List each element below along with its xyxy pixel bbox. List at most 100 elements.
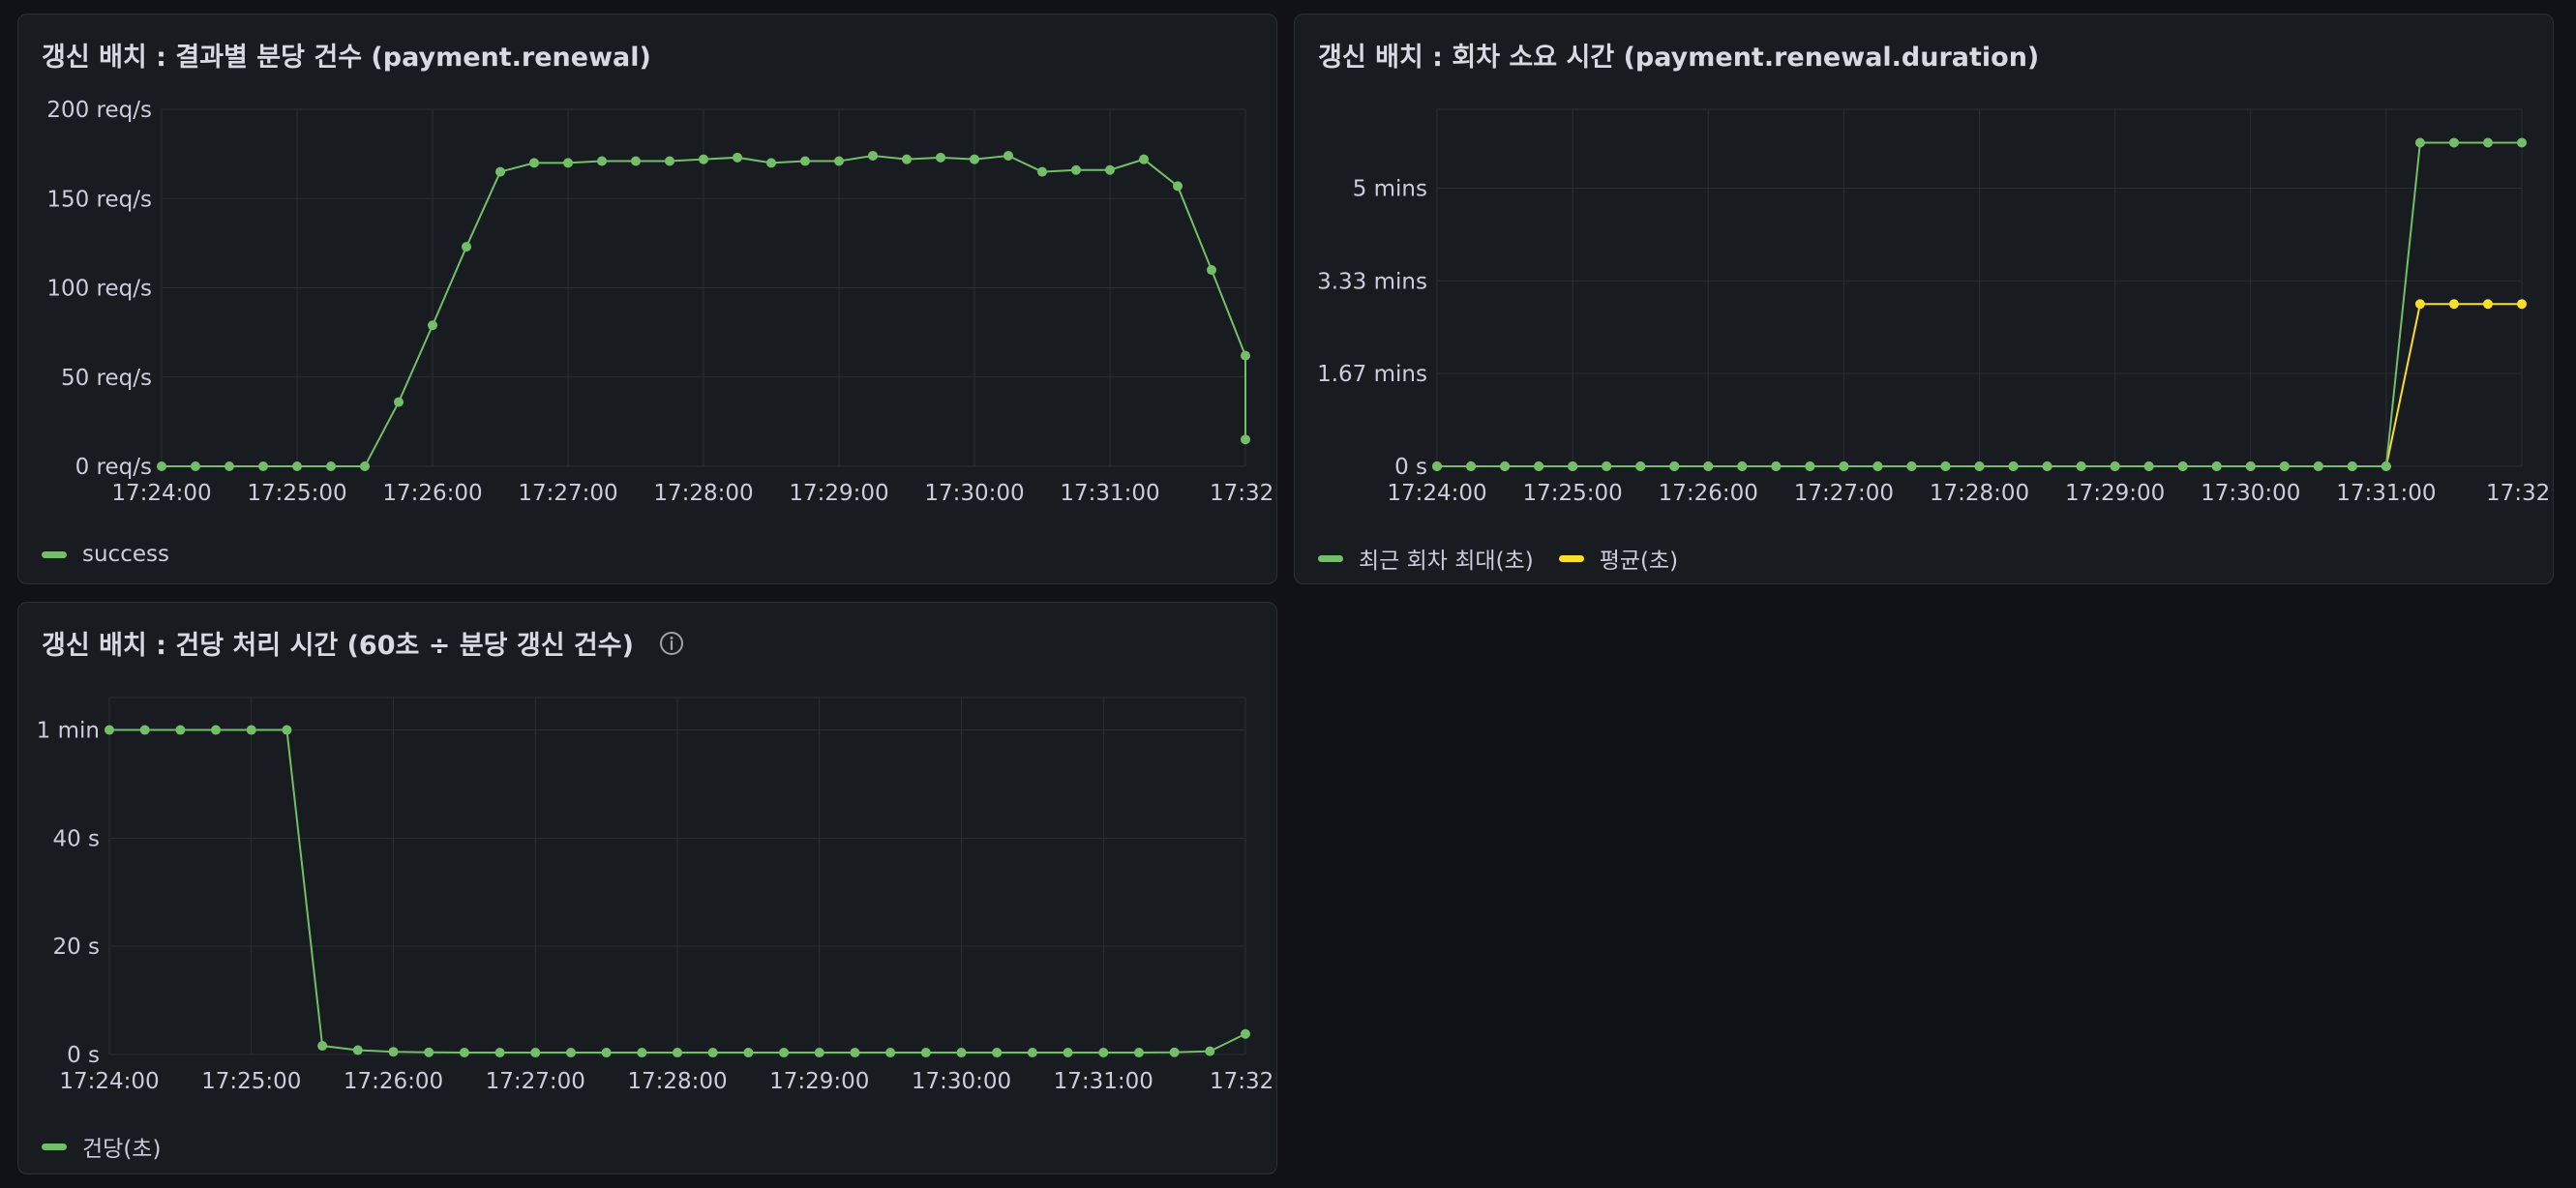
data-point[interactable]	[2076, 461, 2086, 471]
data-point[interactable]	[2448, 299, 2459, 310]
legend-item[interactable]: 최근 회차 최대(초)	[1318, 542, 1534, 575]
chart-renewal-count[interactable]: 17:24:00 17:25:00 17:26:00 17:27:00 17:28:00…	[18, 15, 1277, 518]
data-point[interactable]	[637, 1048, 647, 1058]
data-point[interactable]	[394, 397, 404, 407]
data-point[interactable]	[1139, 154, 1149, 164]
data-point[interactable]	[970, 154, 979, 164]
chart-per-item-time[interactable]: 17:24:00 17:25:00 17:26:00 17:27:00 17:28:00…	[18, 603, 1277, 1106]
data-point[interactable]	[494, 1048, 505, 1058]
panel-renewal-duration[interactable]: 갱신 배치 : 회차 소요 시간 (payment.renewal.durati…	[1294, 14, 2554, 584]
data-point[interactable]	[1703, 461, 1714, 471]
data-point[interactable]	[246, 725, 256, 735]
data-point[interactable]	[766, 158, 776, 168]
data-point[interactable]	[428, 320, 437, 331]
data-point[interactable]	[779, 1048, 790, 1058]
data-point[interactable]	[105, 725, 114, 735]
data-point[interactable]	[1568, 461, 1578, 471]
data-point[interactable]	[1872, 461, 1883, 471]
data-point[interactable]	[2482, 299, 2493, 310]
data-point[interactable]	[2517, 137, 2527, 148]
data-point[interactable]	[2245, 461, 2256, 471]
data-point[interactable]	[902, 154, 912, 164]
data-point[interactable]	[1669, 461, 1680, 471]
data-point[interactable]	[1906, 461, 1917, 471]
data-point[interactable]	[1737, 461, 1748, 471]
data-point[interactable]	[563, 158, 573, 168]
data-point[interactable]	[495, 166, 505, 177]
data-point[interactable]	[2313, 461, 2323, 471]
data-point[interactable]	[992, 1048, 1003, 1058]
data-point[interactable]	[317, 1041, 328, 1052]
data-point[interactable]	[920, 1048, 931, 1058]
data-point[interactable]	[2517, 299, 2527, 310]
data-point[interactable]	[1105, 164, 1115, 175]
data-point[interactable]	[1207, 265, 1216, 276]
data-point[interactable]	[936, 152, 945, 163]
data-point[interactable]	[191, 461, 200, 471]
data-point[interactable]	[631, 156, 641, 166]
data-point[interactable]	[529, 158, 539, 168]
data-point[interactable]	[2414, 299, 2425, 310]
data-point[interactable]	[462, 242, 471, 252]
data-point[interactable]	[565, 1048, 576, 1058]
chart-renewal-duration[interactable]: 17:24:00 17:25:00 17:26:00 17:27:00 17:28:00…	[1295, 15, 2554, 518]
data-point[interactable]	[2381, 461, 2391, 471]
data-point[interactable]	[956, 1048, 967, 1058]
data-point[interactable]	[258, 461, 268, 471]
data-point[interactable]	[1241, 1028, 1250, 1039]
legend-item[interactable]: 건당(초)	[42, 1130, 161, 1163]
data-point[interactable]	[1432, 461, 1442, 471]
data-point[interactable]	[1071, 164, 1081, 175]
data-point[interactable]	[388, 1047, 399, 1057]
data-point[interactable]	[2143, 461, 2154, 471]
data-point[interactable]	[424, 1047, 434, 1057]
data-point[interactable]	[699, 154, 708, 164]
data-point[interactable]	[1466, 461, 1477, 471]
data-point[interactable]	[597, 156, 607, 166]
data-point[interactable]	[282, 725, 292, 735]
data-point[interactable]	[1602, 461, 1612, 471]
data-point[interactable]	[2482, 137, 2493, 148]
data-point[interactable]	[665, 156, 674, 166]
data-point[interactable]	[707, 1048, 718, 1058]
data-point[interactable]	[1098, 1047, 1109, 1057]
data-point[interactable]	[530, 1048, 541, 1058]
data-point[interactable]	[459, 1047, 469, 1057]
panel-per-item-time[interactable]: 갱신 배치 : 건당 처리 시간 (60초 ÷ 분당 갱신 건수) 17:24:…	[17, 602, 1277, 1174]
data-point[interactable]	[326, 461, 336, 471]
data-point[interactable]	[1771, 461, 1782, 471]
data-point[interactable]	[2211, 461, 2222, 471]
data-point[interactable]	[1169, 1047, 1180, 1057]
data-point[interactable]	[1500, 461, 1511, 471]
data-point[interactable]	[2177, 461, 2188, 471]
data-point[interactable]	[175, 725, 186, 735]
data-point[interactable]	[733, 152, 742, 163]
data-point[interactable]	[352, 1045, 363, 1055]
data-point[interactable]	[1037, 166, 1047, 177]
data-point[interactable]	[292, 461, 302, 471]
data-point[interactable]	[2042, 461, 2052, 471]
data-point[interactable]	[1003, 150, 1013, 161]
data-point[interactable]	[211, 725, 222, 735]
data-point[interactable]	[1839, 461, 1849, 471]
data-point[interactable]	[157, 461, 166, 471]
legend-item[interactable]: 평균(초)	[1558, 542, 1678, 575]
legend-item[interactable]: success	[42, 542, 169, 567]
data-point[interactable]	[834, 156, 844, 166]
data-point[interactable]	[1241, 350, 1250, 361]
data-point[interactable]	[1635, 461, 1646, 471]
data-point[interactable]	[1534, 461, 1544, 471]
data-point[interactable]	[1063, 1047, 1073, 1057]
data-point[interactable]	[2414, 137, 2425, 148]
data-point[interactable]	[814, 1048, 824, 1058]
data-point[interactable]	[1940, 461, 1951, 471]
data-point[interactable]	[1205, 1046, 1215, 1056]
data-point[interactable]	[1027, 1047, 1037, 1057]
data-point[interactable]	[1974, 461, 1985, 471]
data-point[interactable]	[850, 1048, 860, 1058]
panel-renewal-count[interactable]: 갱신 배치 : 결과별 분당 건수 (payment.renewal) 17:2…	[17, 14, 1277, 584]
data-point[interactable]	[1241, 434, 1250, 445]
data-point[interactable]	[743, 1048, 754, 1058]
data-point[interactable]	[2279, 461, 2290, 471]
data-point[interactable]	[2008, 461, 2019, 471]
